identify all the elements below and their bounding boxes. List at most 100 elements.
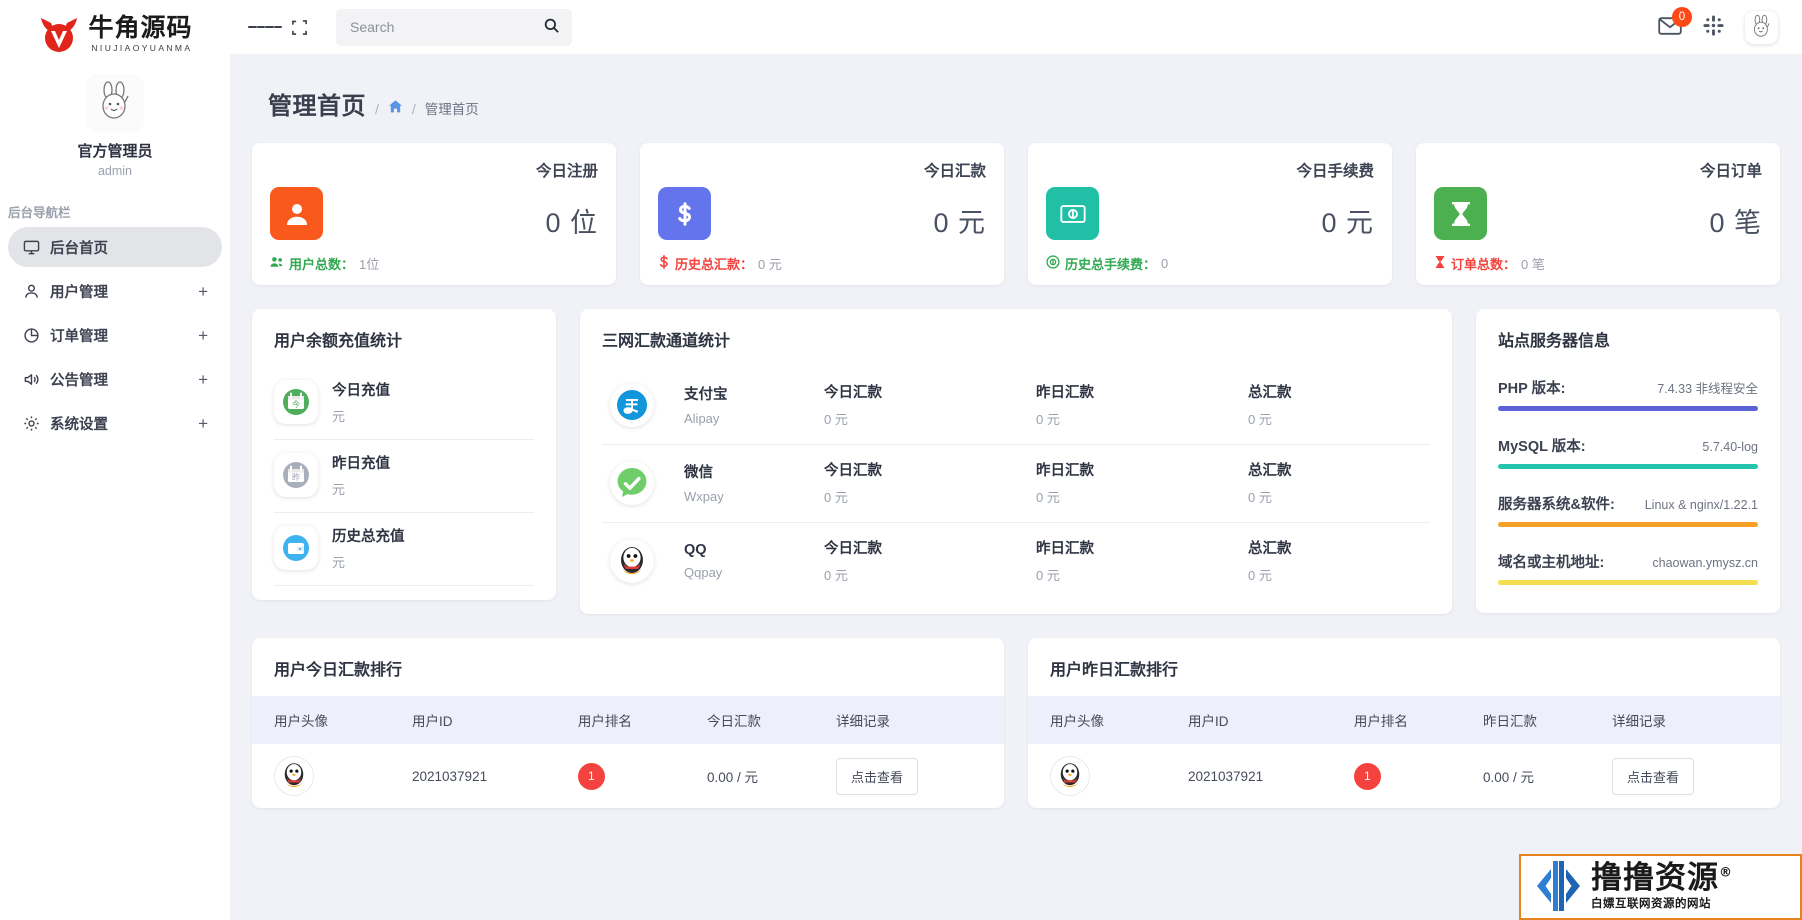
search-icon[interactable] (543, 17, 560, 37)
calendar-today-icon: 今 (274, 380, 318, 424)
stat-footer: 订单总数： 0 笔 (1434, 254, 1762, 273)
stat-label: 今日手续费 (1296, 163, 1374, 180)
column-header-yesterday: 昨日汇款 (1036, 463, 1094, 479)
user-solid-icon (270, 187, 323, 240)
menu-toggle-icon[interactable] (248, 10, 282, 44)
svg-text:今: 今 (292, 399, 300, 409)
stat-footer: 用户总数： 1位 (270, 254, 598, 273)
expand-icon[interactable]: + (198, 283, 208, 300)
column-header-detail: 详细记录 (836, 714, 891, 729)
server-info-row-domain: 域名或主机地址: chaowan.ymysz.cn (1498, 541, 1758, 599)
search-box[interactable] (336, 8, 572, 46)
progress-bar (1498, 464, 1758, 469)
column-header-total: 总汇款 (1248, 385, 1292, 401)
svg-text:昨: 昨 (292, 472, 300, 482)
table-row: 2021037921 1 0.00 / 元 点击查看 (252, 744, 1004, 808)
column-header-rank: 用户排名 (1353, 714, 1408, 729)
column-header-total: 总汇款 (1248, 463, 1292, 479)
stat-value: 0 笔 (1709, 208, 1762, 238)
sidebar-item-label: 用户管理 (50, 284, 108, 301)
channel-today-value: 0 元 (824, 490, 848, 505)
column-header-rank: 用户排名 (577, 714, 632, 729)
column-header-today: 今日汇款 (824, 463, 882, 479)
coin-icon (1046, 255, 1060, 272)
fullscreen-icon[interactable] (282, 10, 316, 44)
sidebar-item-order-management[interactable]: 订单管理 + (8, 315, 222, 355)
user-avatar-button[interactable] (1745, 10, 1778, 44)
list-item-unit: 元 (332, 409, 346, 424)
column-header-yesterday: 昨日汇款 (1036, 385, 1094, 401)
messages-button[interactable]: 0 (1658, 6, 1692, 39)
cell-avatar (1028, 744, 1178, 808)
expand-icon[interactable]: + (198, 415, 208, 432)
breadcrumb-separator: / (375, 101, 379, 117)
server-info-value: 7.4.33 非线程安全 (1657, 382, 1758, 396)
home-icon[interactable] (388, 99, 403, 117)
panel-row: 用户余额充值统计 今 今日充值 元 昨 昨日充值 元 历史总充值 元 三网汇款通… (252, 309, 1780, 614)
sidebar-item-label: 系统设置 (50, 416, 108, 433)
server-info-key: PHP 版本: (1498, 381, 1566, 397)
sidebar-item-system-settings[interactable]: 系统设置 + (8, 403, 222, 443)
channel-row-wechat: 微信 Wxpay 今日汇款 0 元 昨日汇款 0 元 总汇款 0 元 (602, 445, 1430, 523)
search-input[interactable] (350, 19, 543, 35)
progress-bar (1498, 580, 1758, 585)
channel-sub: Alipay (684, 411, 720, 426)
server-info-row-mysql: MySQL 版本: 5.7.40-log (1498, 425, 1758, 483)
sidebar-item-dashboard[interactable]: 后台首页 (8, 227, 222, 267)
brand-logo[interactable]: 牛角源码 NIUJIAOYUANMA (0, 0, 230, 60)
theme-switcher-icon[interactable] (1702, 14, 1725, 40)
sidebar-item-label: 订单管理 (50, 328, 108, 345)
table-row: 2021037921 1 0.00 / 元 点击查看 (1028, 744, 1780, 808)
server-info-value: 5.7.40-log (1702, 440, 1758, 454)
gear-icon (22, 414, 40, 432)
brand-name-cn: 牛角源码 (88, 12, 193, 42)
qq-icon (610, 538, 654, 583)
profile-block: 官方管理员 admin (0, 60, 230, 186)
server-info-row-os: 服务器系统&软件: Linux & nginx/1.22.1 (1498, 483, 1758, 541)
channel-name: QQ (684, 541, 707, 558)
channel-total-value: 0 元 (1248, 412, 1272, 427)
stat-value: 0 元 (933, 208, 986, 238)
column-header-yesterday: 昨日汇款 (1036, 541, 1094, 557)
calendar-yesterday-icon: 昨 (274, 453, 318, 497)
column-header-avatar: 用户头像 (1050, 714, 1104, 729)
list-item-title: 昨日充值 (332, 456, 390, 472)
view-detail-button[interactable]: 点击查看 (1612, 757, 1695, 795)
expand-icon[interactable]: + (198, 327, 208, 344)
expand-icon[interactable]: + (198, 371, 208, 388)
channel-yesterday-value: 0 元 (1036, 412, 1060, 427)
rank-badge: 1 (577, 762, 605, 790)
panel-title: 三网汇款通道统计 (602, 333, 731, 350)
avatar[interactable] (86, 74, 144, 132)
cell-uid: 2021037921 (412, 768, 488, 784)
list-item-title: 今日充值 (332, 383, 390, 399)
sidebar-item-user-management[interactable]: 用户管理 + (8, 271, 222, 311)
table-header-row: 用户头像 用户ID 用户排名 昨日汇款 详细记录 (1028, 696, 1780, 744)
server-info-value: Linux & nginx/1.22.1 (1644, 498, 1758, 512)
stat-footer-label: 历史总手续费： (1065, 257, 1157, 272)
cell-detail: 点击查看 (1602, 744, 1780, 808)
sidebar-item-announcement-management[interactable]: 公告管理 + (8, 359, 222, 399)
stat-value: 0 元 (1321, 208, 1374, 238)
sidebar-nav: 后台首页 用户管理 + 订单管理 + 公告管理 + 系统设置 + (0, 227, 230, 447)
pie-chart-icon (22, 326, 40, 344)
breadcrumb-current[interactable]: 管理首页 (425, 98, 479, 118)
breadcrumb-separator: / (411, 101, 416, 117)
panel-title: 用户昨日汇款排行 (1050, 662, 1179, 679)
channel-name: 支付宝 (684, 387, 728, 403)
cell-rank: 1 (568, 744, 697, 808)
column-header-uid: 用户ID (412, 714, 453, 729)
view-detail-button[interactable]: 点击查看 (836, 757, 919, 795)
brand-name-en: NIUJIAOYUANMA (91, 43, 193, 54)
cell-uid: 2021037921 (1188, 768, 1264, 784)
channel-yesterday-value: 0 元 (1036, 490, 1060, 505)
watermark-subtitle: 白嫖互联网资源的网站 (1591, 898, 1711, 911)
channel-name: 微信 (684, 465, 713, 481)
page-content: 管理首页 / / 管理首页 今日注册 0 位 用户总数： 1位 今日汇款 0 元… (230, 54, 1802, 920)
table-today-rank: 用户头像 用户ID 用户排名 今日汇款 详细记录 2021037921 1 0.… (252, 696, 1004, 808)
progress-bar (1498, 406, 1758, 411)
app-root: 牛角源码 NIUJIAOYUANMA 官方管理员 admin 后台导航栏 后台首… (0, 0, 1802, 920)
table-header-row: 用户头像 用户ID 用户排名 今日汇款 详细记录 (252, 696, 1004, 744)
speaker-icon (22, 370, 40, 388)
sidebar-item-label: 公告管理 (50, 372, 108, 389)
